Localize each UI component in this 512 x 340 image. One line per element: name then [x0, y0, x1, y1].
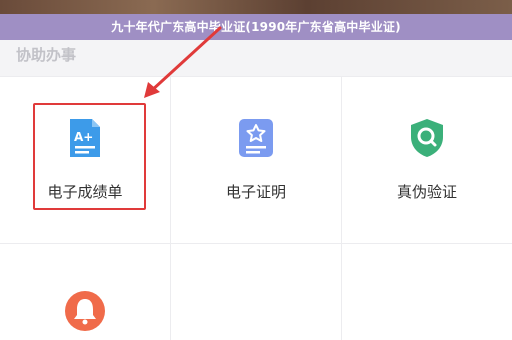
- certificate-star-icon: [239, 119, 273, 157]
- service-electronic-transcript[interactable]: A+ 电子成绩单: [0, 77, 170, 243]
- service-notification[interactable]: [0, 244, 170, 340]
- shield-search-icon: [411, 119, 443, 157]
- report-card-icon: A+: [70, 119, 100, 157]
- service-label: 电子证明: [225, 183, 286, 201]
- service-label: 真伪验证: [396, 183, 457, 201]
- background-photo-strip: [0, 0, 512, 14]
- section-title: 协助办事: [16, 46, 77, 64]
- bell-icon: [65, 291, 105, 331]
- service-electronic-certificate[interactable]: 电子证明: [171, 77, 341, 243]
- svg-text:A+: A+: [74, 130, 93, 144]
- section-header: 协助办事: [0, 40, 512, 77]
- service-authenticity-verification[interactable]: 真伪验证: [342, 77, 512, 243]
- service-label: 电子成绩单: [47, 183, 123, 201]
- article-title-banner: 九十年代广东高中毕业证(1990年广东省高中毕业证): [0, 14, 512, 40]
